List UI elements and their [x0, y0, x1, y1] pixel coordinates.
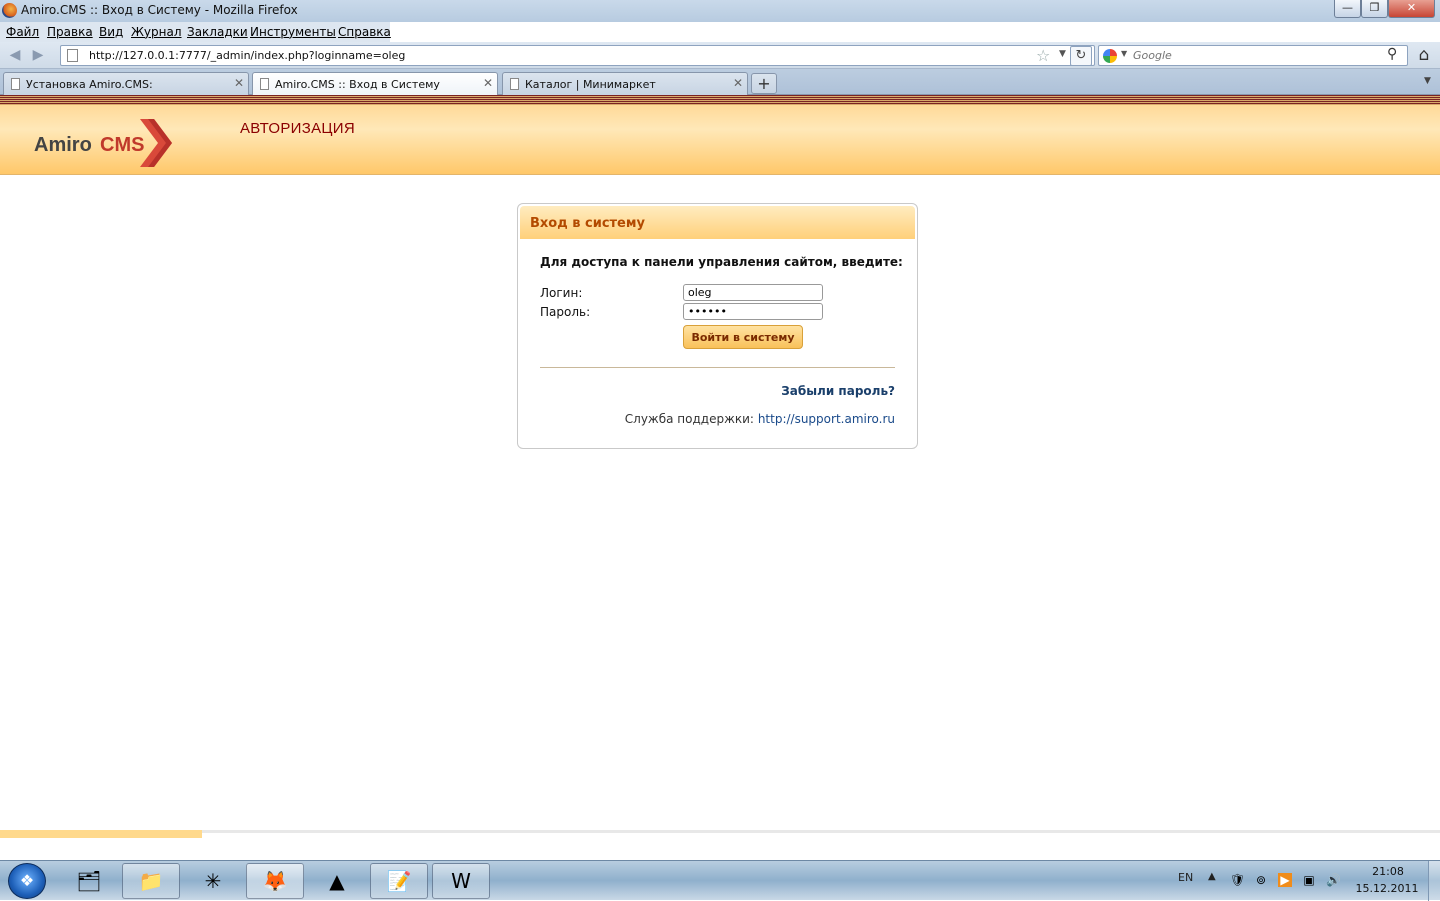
menu-file[interactable]: Файл — [6, 25, 39, 39]
tab-label: Amiro.CMS :: Вход в Систему — [275, 78, 440, 91]
address-bar[interactable]: http://127.0.0.1:7777/_admin/index.php?l… — [60, 45, 1095, 66]
start-button[interactable]: ❖ — [8, 863, 46, 899]
window-titlebar: Amiro.CMS :: Вход в Систему - Mozilla Fi… — [0, 0, 1440, 22]
tab-bar: Установка Amiro.CMS: ✕ Amiro.CMS :: Вход… — [0, 69, 1440, 96]
login-instructions: Для доступа к панели управления сайтом, … — [540, 255, 903, 269]
taskbar: ❖ 🗂 📁 ✳ 🦊 ▲ 📝 W EN ▲ 🛡 ⊚ ▶ ▣ 🔊 21:08 15.… — [0, 860, 1440, 901]
volume-tray-icon[interactable]: 🔊 — [1326, 873, 1341, 887]
search-input[interactable] — [1133, 47, 1373, 64]
login-submit-button[interactable]: Войти в систему — [683, 325, 803, 349]
window-title: Amiro.CMS :: Вход в Систему - Mozilla Fi… — [21, 3, 298, 17]
menu-tools[interactable]: Инструменты — [250, 25, 336, 39]
support-label: Служба поддержки: — [624, 412, 754, 426]
home-icon[interactable]: ⌂ — [1412, 45, 1436, 66]
tab-install[interactable]: Установка Amiro.CMS: ✕ — [3, 72, 249, 95]
menu-help[interactable]: Справка — [338, 25, 391, 39]
search-bar[interactable]: ▼ ⚲ — [1098, 45, 1408, 66]
tab-close-icon[interactable]: ✕ — [733, 76, 743, 90]
login-panel-title: Вход в систему — [530, 216, 645, 231]
forward-icon[interactable]: ▶ — [28, 46, 48, 64]
clock-date[interactable]: 15.12.2011 — [1354, 882, 1420, 895]
tab-label: Каталог | Минимаркет — [525, 78, 656, 91]
logo-amiro-text: Amiro — [34, 134, 92, 156]
menu-bar: Файл Правка Вид Журнал Закладки Инструме… — [0, 22, 391, 42]
password-field[interactable] — [683, 303, 823, 320]
network-tray-icon[interactable]: ⊚ — [1254, 873, 1268, 887]
url-text[interactable]: http://127.0.0.1:7777/_admin/index.php?l… — [89, 49, 405, 62]
page-load-track — [0, 830, 1440, 833]
navigation-bar: ◀ ▶ http://127.0.0.1:7777/_admin/index.p… — [0, 42, 1440, 69]
search-engine-dropdown-icon[interactable]: ▼ — [1121, 49, 1127, 58]
close-window-button[interactable]: ✕ — [1388, 0, 1435, 18]
google-icon[interactable] — [1103, 49, 1117, 63]
page-icon — [260, 78, 269, 90]
header-stripes — [0, 95, 1440, 105]
page-icon — [510, 78, 519, 90]
menu-view[interactable]: Вид — [99, 25, 123, 39]
clock-time[interactable]: 21:08 — [1368, 865, 1408, 878]
tab-close-icon[interactable]: ✕ — [483, 76, 493, 90]
reload-icon[interactable]: ↻ — [1070, 46, 1092, 66]
app-taskbar-icon[interactable]: ✳ — [184, 863, 242, 899]
menu-bookmarks[interactable]: Закладки — [187, 25, 248, 39]
menu-edit[interactable]: Правка — [47, 25, 93, 39]
search-icon[interactable]: ⚲ — [1387, 46, 1397, 62]
support-link[interactable]: http://support.amiro.ru — [758, 412, 895, 426]
files-taskbar-icon[interactable]: 📁 — [122, 863, 180, 899]
tab-label: Установка Amiro.CMS: — [26, 78, 153, 91]
firefox-icon — [2, 3, 17, 18]
support-line: Служба поддержки: http://support.amiro.r… — [518, 412, 895, 426]
device-tray-icon[interactable]: ▣ — [1302, 873, 1316, 887]
tray-expand-icon[interactable]: ▲ — [1208, 871, 1216, 882]
aimp-taskbar-icon[interactable]: ▲ — [308, 863, 366, 899]
security-tray-icon[interactable]: 🛡 — [1230, 873, 1245, 887]
minimize-button[interactable]: — — [1334, 0, 1361, 18]
maximize-button[interactable]: ❐ — [1361, 0, 1388, 18]
back-icon[interactable]: ◀ — [5, 46, 25, 64]
page-icon — [11, 78, 20, 90]
player-tray-icon[interactable]: ▶ — [1278, 873, 1292, 887]
tab-close-icon[interactable]: ✕ — [234, 76, 244, 90]
login-panel: Вход в систему Для доступа к панели упра… — [517, 203, 918, 449]
url-dropdown-icon[interactable]: ▼ — [1059, 49, 1066, 59]
page-icon — [67, 49, 78, 62]
language-indicator[interactable]: EN — [1178, 871, 1193, 884]
login-field[interactable] — [683, 284, 823, 301]
forgot-password-link[interactable]: Забыли пароль? — [518, 384, 895, 398]
login-label: Логин: — [540, 286, 583, 300]
password-label: Пароль: — [540, 305, 591, 319]
show-desktop-button[interactable] — [1428, 861, 1440, 901]
page-header: Amiro CMS АВТОРИЗАЦИЯ — [0, 105, 1440, 175]
new-tab-button[interactable]: + — [751, 73, 777, 94]
tab-catalog[interactable]: Каталог | Минимаркет ✕ — [502, 72, 748, 95]
word-taskbar-icon[interactable]: W — [432, 863, 490, 899]
notepad-taskbar-icon[interactable]: 📝 — [370, 863, 428, 899]
firefox-taskbar-icon[interactable]: 🦊 — [246, 863, 304, 899]
tab-login[interactable]: Amiro.CMS :: Вход в Систему ✕ — [252, 72, 498, 96]
explorer-taskbar-icon[interactable]: 🗂 — [60, 863, 118, 899]
page-load-progress — [0, 830, 202, 838]
divider — [540, 367, 895, 368]
menu-history[interactable]: Журнал — [131, 25, 182, 39]
bookmark-star-icon[interactable]: ☆ — [1036, 46, 1050, 65]
page-title: АВТОРИЗАЦИЯ — [240, 120, 356, 137]
logo-chevron-icon — [140, 119, 172, 167]
tab-list-icon[interactable]: ▼ — [1424, 76, 1431, 86]
login-panel-header: Вход в систему — [520, 206, 915, 239]
